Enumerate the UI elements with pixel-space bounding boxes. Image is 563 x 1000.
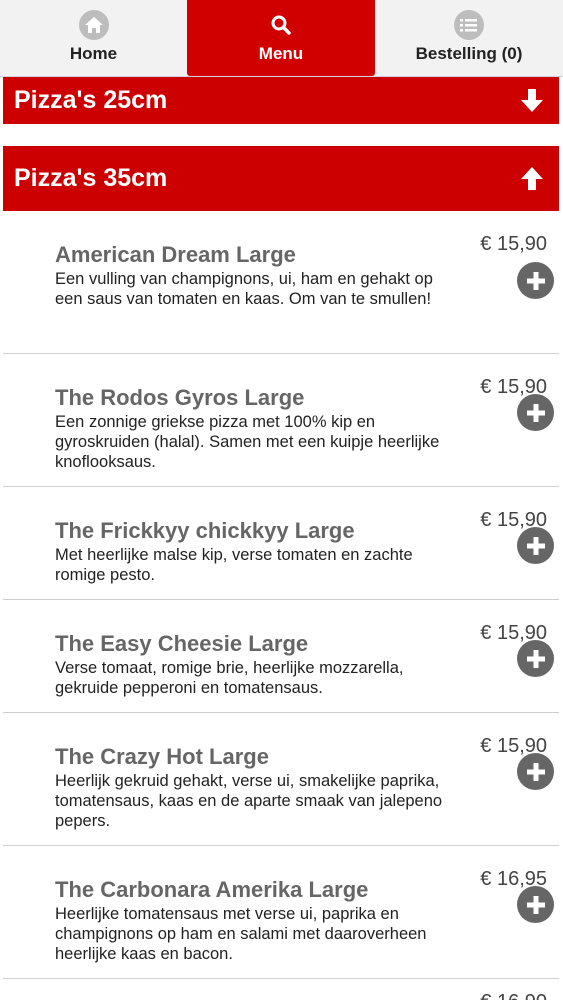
item-description: Met heerlijke malse kip, verse tomaten e…: [55, 546, 413, 584]
item-description: Een zonnige griekse pizza met 100% kip e…: [55, 413, 440, 471]
menu-item: The Carbonara Amerika Large Heerlijke to…: [3, 846, 559, 979]
menu-item: American Dream Large Een vulling van cha…: [3, 211, 559, 354]
tab-order[interactable]: Bestelling (0): [375, 0, 563, 76]
item-price: € 16,90: [480, 991, 547, 1000]
item-description: Heerlijke tomatensaus met verse ui, papr…: [55, 905, 427, 963]
menu-item-list: American Dream Large Een vulling van cha…: [3, 211, 559, 1000]
tab-order-label: Bestelling (0): [415, 44, 523, 63]
category-title: Pizza's 35cm: [14, 164, 168, 192]
plus-icon: [526, 895, 545, 914]
add-to-order-button[interactable]: [517, 527, 554, 564]
item-description: Een vulling van champignons, ui, ham en …: [55, 270, 433, 308]
menu-item: The Easy Cheesie Large Verse tomaat, rom…: [3, 600, 559, 713]
category-title: Pizza's 25cm: [14, 85, 168, 114]
tab-bar: Home Menu Bestelling (0): [0, 0, 563, 77]
plus-icon: [526, 536, 545, 555]
tab-home-label: Home: [69, 44, 118, 63]
plus-icon: [526, 762, 545, 781]
menu-item: The Frickkyy chickkyy Large Met heerlijk…: [3, 487, 559, 600]
arrow-down-icon: [517, 85, 547, 115]
add-to-order-button[interactable]: [517, 753, 554, 790]
search-icon: [266, 10, 296, 40]
plus-icon: [526, 271, 545, 290]
add-to-order-button[interactable]: [517, 262, 554, 299]
plus-icon: [526, 403, 545, 422]
home-icon: [78, 10, 109, 40]
menu-item: The Rodos Gyros Large Een zonnige grieks…: [3, 354, 559, 487]
item-price: € 15,90: [480, 233, 547, 255]
tab-home[interactable]: Home: [0, 0, 187, 76]
menu-item: € 16,90: [3, 979, 559, 1000]
list-icon: [454, 10, 484, 40]
add-to-order-button[interactable]: [517, 640, 554, 677]
add-to-order-button[interactable]: [517, 394, 554, 431]
tab-menu-label: Menu: [258, 44, 304, 63]
add-to-order-button[interactable]: [517, 886, 554, 923]
menu-item: The Crazy Hot Large Heerlijk gekruid geh…: [3, 713, 559, 846]
item-description: Verse tomaat, romige brie, heerlijke moz…: [55, 659, 404, 697]
tab-menu[interactable]: Menu: [187, 0, 375, 76]
arrow-up-icon: [517, 164, 547, 194]
plus-icon: [526, 649, 545, 668]
category-header-35cm[interactable]: Pizza's 35cm: [3, 146, 559, 211]
item-description: Heerlijk gekruid gehakt, verse ui, smake…: [55, 772, 443, 830]
